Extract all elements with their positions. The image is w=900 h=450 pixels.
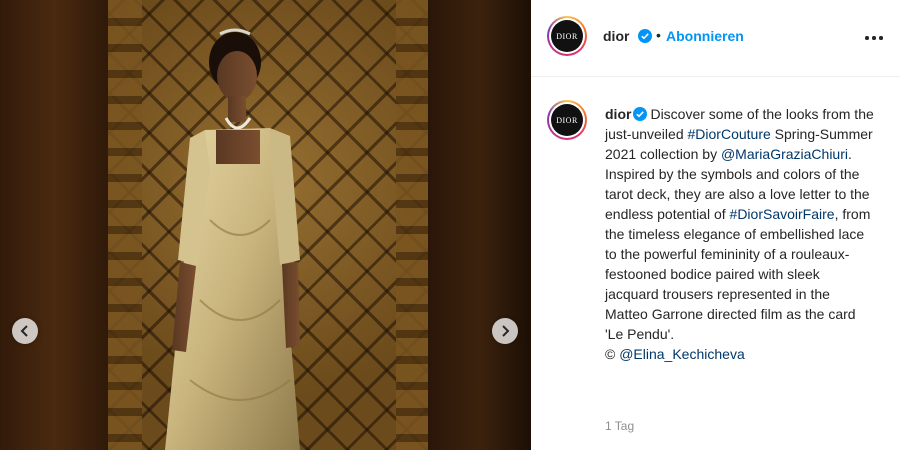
follow-button[interactable]: Abonnieren [666,28,744,44]
background-curtain-right [428,0,531,450]
verified-badge-icon [638,29,652,43]
mention-link[interactable]: @MariaGraziaChiuri [721,146,848,162]
mention-link[interactable]: @Elina_Kechicheva [619,346,745,362]
carousel-next-button[interactable] [492,318,518,344]
chevron-right-icon [502,325,510,337]
caption-text: , from the timeless elegance of embellis… [605,206,871,342]
dior-logo: DIOR [551,104,583,136]
dior-logo: DIOR [551,20,583,52]
avatar-inner: DIOR [549,102,585,138]
more-options-button[interactable] [865,30,883,46]
tapestry-border-right [396,0,430,450]
copyright-text: © [605,346,620,362]
header-username[interactable]: dior [603,28,629,44]
post-timestamp[interactable]: 1 Tag [605,419,634,433]
post-caption: dior Discover some of the looks from the … [605,104,875,364]
caption-username[interactable]: dior [605,106,631,122]
caption-avatar[interactable]: DIOR [547,100,587,140]
background-curtain-left [0,0,120,450]
post-header: DIOR dior • Abonnieren [531,0,900,77]
model-figure [150,20,350,450]
tapestry-border-left [108,0,142,450]
more-options-icon-dot [872,36,876,40]
avatar-inner: DIOR [549,18,585,54]
avatar[interactable]: DIOR [547,16,587,56]
post-side-panel: DIOR dior • Abonnieren DIOR dior Discover… [531,0,900,450]
header-separator: • [656,27,661,43]
more-options-icon-dot [879,36,883,40]
post-media[interactable] [0,0,531,450]
hashtag-link[interactable]: #DiorCouture [688,126,771,142]
carousel-prev-button[interactable] [12,318,38,344]
chevron-left-icon [20,325,28,337]
verified-badge-icon [633,107,648,121]
more-options-icon [865,36,869,40]
hashtag-link[interactable]: #DiorSavoirFaire [730,206,835,222]
